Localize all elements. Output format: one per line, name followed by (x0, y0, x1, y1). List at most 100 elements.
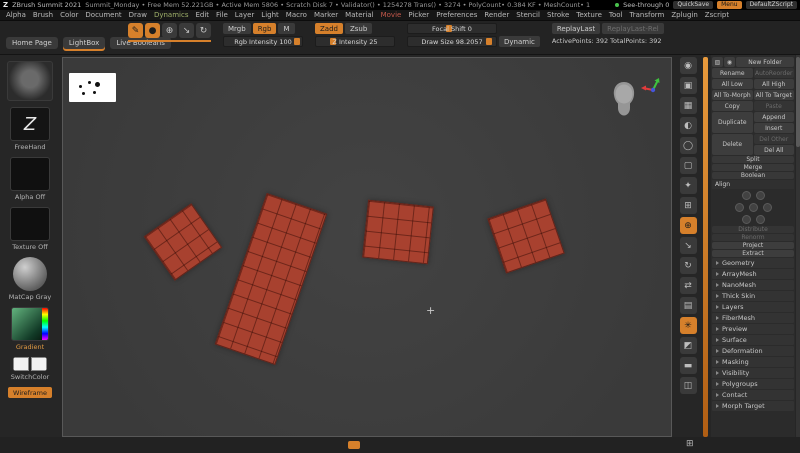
subpalette-layers[interactable]: Layers (712, 302, 794, 312)
draw-mode-icon[interactable]: ● (145, 23, 160, 38)
subpalette-polygroups[interactable]: Polygroups (712, 379, 794, 389)
rotate-mode-icon[interactable]: ↻ (196, 23, 211, 38)
align-option-icon[interactable] (763, 203, 772, 212)
tool-button-rename[interactable]: Rename (712, 68, 753, 78)
home-page-button[interactable]: Home Page (6, 37, 58, 49)
menu-marker[interactable]: Marker (314, 11, 338, 19)
mesh-plane-4[interactable] (487, 198, 565, 273)
tool-button-all-to-morph[interactable]: All To-Morph (712, 90, 753, 100)
scale-mode-icon[interactable]: ↘ (179, 23, 194, 38)
replaylast-button[interactable]: ReplayLast (552, 23, 600, 34)
paint-mode-m[interactable]: M (278, 23, 294, 34)
subpalette-arraymesh[interactable]: ArrayMesh (712, 269, 794, 279)
lightbox-button[interactable]: LightBox (63, 37, 105, 49)
subpalette-preview[interactable]: Preview (712, 324, 794, 334)
menu-brush[interactable]: Brush (33, 11, 53, 19)
paint-mode-mrgb[interactable]: Mrgb (223, 23, 251, 34)
move-mode-icon[interactable]: ⊕ (162, 23, 177, 38)
front-color-swatch[interactable] (13, 357, 29, 371)
sculpt-mode-zadd[interactable]: Zadd (315, 23, 343, 34)
menu-macro[interactable]: Macro (286, 11, 307, 19)
subtool-scrollbar[interactable] (703, 57, 708, 437)
panel-scrollbar-thumb[interactable] (796, 57, 800, 147)
menu-layer[interactable]: Layer (235, 11, 255, 19)
menu-stroke[interactable]: Stroke (547, 11, 569, 19)
focal-shift-slider[interactable]: Focal Shift 0 (407, 23, 497, 34)
dynamic-button[interactable]: Dynamic (499, 36, 540, 47)
zoom-icon[interactable]: ⊕ (680, 217, 697, 234)
subpalette-contact[interactable]: Contact (712, 390, 794, 400)
menu-alpha[interactable]: Alpha (6, 11, 26, 19)
axis-orientation-icon[interactable] (641, 78, 665, 102)
document-canvas[interactable]: + (62, 57, 672, 437)
folder-eye-icon[interactable]: ◉ (724, 57, 735, 67)
menu-edit[interactable]: Edit (195, 11, 209, 19)
flip-icon[interactable]: ⇄ (680, 277, 697, 294)
tool-button-del-other[interactable]: Del Other (754, 134, 795, 144)
align-option-icon[interactable] (756, 191, 765, 200)
brush-preview[interactable] (7, 61, 53, 101)
tool-button-autoreorder[interactable]: AutoReorder (754, 68, 795, 78)
align-section-header[interactable]: Align (712, 180, 794, 189)
align-option-icon[interactable] (749, 203, 758, 212)
grid-icon[interactable]: ▤ (680, 297, 697, 314)
folder-icon[interactable]: ▧ (712, 57, 723, 67)
ghost-icon[interactable]: ◯ (680, 137, 697, 154)
menu-file[interactable]: File (216, 11, 228, 19)
tool-button-all-to-target[interactable]: All To Target (754, 90, 795, 100)
stroke-preview[interactable]: Z (10, 107, 50, 141)
section-boolean[interactable]: Boolean (712, 172, 794, 179)
draw-size-slider[interactable]: Draw Size 98.2057 (407, 36, 497, 47)
tool-button-del-all[interactable]: Del All (754, 145, 795, 155)
sculpt-mode-zsub[interactable]: Zsub (345, 23, 372, 34)
subpalette-deformation[interactable]: Deformation (712, 346, 794, 356)
subpalette-morph-target[interactable]: Morph Target (712, 401, 794, 411)
panel-scrollbar[interactable] (796, 55, 800, 453)
transparency-icon[interactable]: ◐ (680, 117, 697, 134)
color-picker[interactable] (11, 307, 49, 341)
subpalette-nanomesh[interactable]: NanoMesh (712, 280, 794, 290)
polyframe-icon[interactable]: ▦ (680, 97, 697, 114)
rgb-intensity-slider[interactable]: Rgb Intensity 100 (223, 36, 303, 47)
menu-zscript[interactable]: Zscript (705, 11, 729, 19)
align-option-icon[interactable] (742, 215, 751, 224)
menu-preferences[interactable]: Preferences (436, 11, 477, 19)
edit-mode-icon[interactable]: ✎ (128, 23, 143, 38)
texture-preview[interactable] (10, 207, 50, 241)
section-split[interactable]: Split (712, 156, 794, 163)
subpalette-masking[interactable]: Masking (712, 357, 794, 367)
paint-mode-rgb[interactable]: Rgb (253, 23, 277, 34)
subpalette-thick-skin[interactable]: Thick Skin (712, 291, 794, 301)
menu-color[interactable]: Color (60, 11, 78, 19)
mesh-plane-3[interactable] (362, 200, 434, 265)
menu-material[interactable]: Material (345, 11, 373, 19)
menu-light[interactable]: Light (261, 11, 278, 19)
wireframe-toggle[interactable]: Wireframe (8, 387, 52, 398)
section-merge[interactable]: Merge (712, 164, 794, 171)
menu-tool[interactable]: Tool (609, 11, 623, 19)
timeline-marker[interactable] (348, 441, 360, 449)
camera-icon[interactable]: ◫ (680, 377, 697, 394)
tool-button-distribute[interactable]: Distribute (712, 226, 794, 233)
z-intensity-slider[interactable]: Z Intensity 25 (315, 36, 395, 47)
align-option-icon[interactable] (742, 191, 751, 200)
tool-button-duplicate[interactable]: Duplicate (712, 112, 753, 133)
align-option-icon[interactable] (735, 203, 744, 212)
menu-dynamics[interactable]: Dynamics (154, 11, 189, 19)
xpose-icon[interactable]: ✦ (680, 177, 697, 194)
scroll-icon[interactable]: ⊞ (680, 197, 697, 214)
frame-icon[interactable]: ▣ (680, 77, 697, 94)
subpalette-surface[interactable]: Surface (712, 335, 794, 345)
eye-icon[interactable]: ◉ (680, 57, 697, 74)
draw-size-handle[interactable] (486, 38, 492, 45)
default-zscript-button[interactable]: DefaultZScript (746, 1, 797, 9)
tool-button-paste[interactable]: Paste (754, 101, 795, 111)
rotate-doc-icon[interactable]: ↻ (680, 257, 697, 274)
menu-render[interactable]: Render (484, 11, 509, 19)
subpalette-visibility[interactable]: Visibility (712, 368, 794, 378)
tool-button-extract[interactable]: Extract (712, 250, 794, 257)
menu-transform[interactable]: Transform (630, 11, 665, 19)
menu-stencil[interactable]: Stencil (516, 11, 540, 19)
tool-button-delete[interactable]: Delete (712, 134, 753, 155)
mesh-plane-2[interactable] (215, 193, 328, 365)
